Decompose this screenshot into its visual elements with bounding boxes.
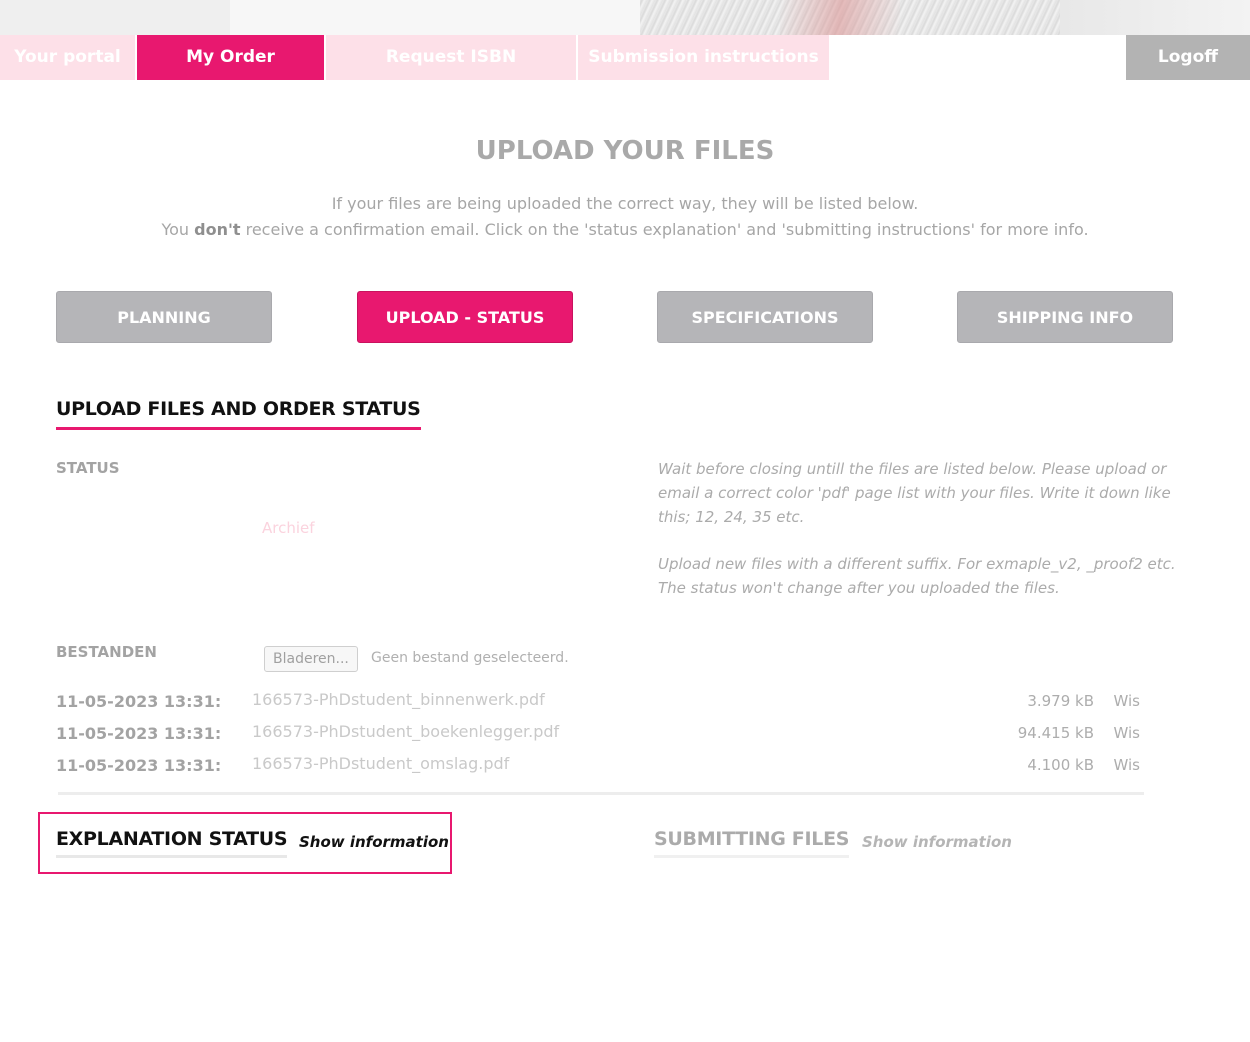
main-nav: Your portal My Order Request ISBN Submis… xyxy=(0,35,1250,80)
no-file-selected-text: Geen bestand geselecteerd. xyxy=(371,650,569,666)
file-date: 11-05-2023 13:31: xyxy=(56,756,222,775)
delete-file-link[interactable]: Wis xyxy=(1114,692,1140,710)
delete-file-link[interactable]: Wis xyxy=(1114,756,1140,774)
file-name-link[interactable]: 166573-PhDstudent_omslag.pdf xyxy=(252,754,509,773)
upload-info-paragraph-1: Wait before closing untill the files are… xyxy=(658,460,1171,526)
file-date: 11-05-2023 13:31: xyxy=(56,692,222,711)
file-name-link[interactable]: 166573-PhDstudent_binnenwerk.pdf xyxy=(252,690,545,709)
planning-button[interactable]: PLANNING xyxy=(56,291,272,343)
file-size: 94.415 kB xyxy=(1017,724,1094,742)
tab-submission-instructions[interactable]: Submission instructions xyxy=(578,35,829,80)
upload-section-heading: UPLOAD FILES AND ORDER STATUS xyxy=(56,398,421,430)
delete-file-link[interactable]: Wis xyxy=(1114,724,1140,742)
file-size: 4.100 kB xyxy=(1027,756,1094,774)
explanation-status-box: EXPLANATION STATUS Show information xyxy=(38,812,452,874)
file-date: 11-05-2023 13:31: xyxy=(56,724,222,743)
intro-text-pre: You xyxy=(161,220,195,239)
upload-status-button[interactable]: UPLOAD - STATUS xyxy=(357,291,573,343)
shipping-info-button[interactable]: SHIPPING INFO xyxy=(957,291,1173,343)
upload-info-paragraph-2: Upload new files with a different suffix… xyxy=(658,555,1176,597)
tab-your-portal[interactable]: Your portal xyxy=(0,35,135,80)
banner-book-edge xyxy=(780,0,900,35)
header-banner xyxy=(0,0,1250,35)
files-label: BESTANDEN xyxy=(56,643,157,661)
status-label: STATUS xyxy=(56,459,120,477)
file-row: 11-05-2023 13:31: 166573-PhDstudent_binn… xyxy=(56,690,1146,720)
archief-link[interactable]: Archief xyxy=(262,519,315,537)
logoff-button[interactable]: Logoff xyxy=(1126,35,1250,80)
intro-text-bold: don't xyxy=(194,220,241,239)
submitting-files-title[interactable]: SUBMITTING FILES xyxy=(654,828,849,858)
explanation-show-information-link[interactable]: Show information xyxy=(299,833,449,851)
page-title: UPLOAD YOUR FILES xyxy=(475,136,775,166)
tab-request-isbn[interactable]: Request ISBN xyxy=(326,35,576,80)
file-size: 3.979 kB xyxy=(1027,692,1094,710)
section-divider xyxy=(58,792,1144,795)
intro-text-post: receive a confirmation email. Click on t… xyxy=(240,220,1089,239)
submitting-show-information-link[interactable]: Show information xyxy=(862,833,1012,851)
browse-file-button[interactable]: Bladeren... xyxy=(264,646,358,672)
intro-text-line-1: If your files are being uploaded the cor… xyxy=(331,194,919,213)
file-name-link[interactable]: 166573-PhDstudent_boekenlegger.pdf xyxy=(252,722,559,741)
banner-left-image xyxy=(0,0,230,35)
banner-right-image xyxy=(1060,0,1250,35)
file-row: 11-05-2023 13:31: 166573-PhDstudent_boek… xyxy=(56,722,1146,752)
file-row: 11-05-2023 13:31: 166573-PhDstudent_omsl… xyxy=(56,754,1146,784)
specifications-button[interactable]: SPECIFICATIONS xyxy=(657,291,873,343)
tab-my-order[interactable]: My Order xyxy=(137,35,324,80)
intro-text-line-2: You don't receive a confirmation email. … xyxy=(0,220,1250,239)
explanation-status-title[interactable]: EXPLANATION STATUS xyxy=(56,828,288,858)
